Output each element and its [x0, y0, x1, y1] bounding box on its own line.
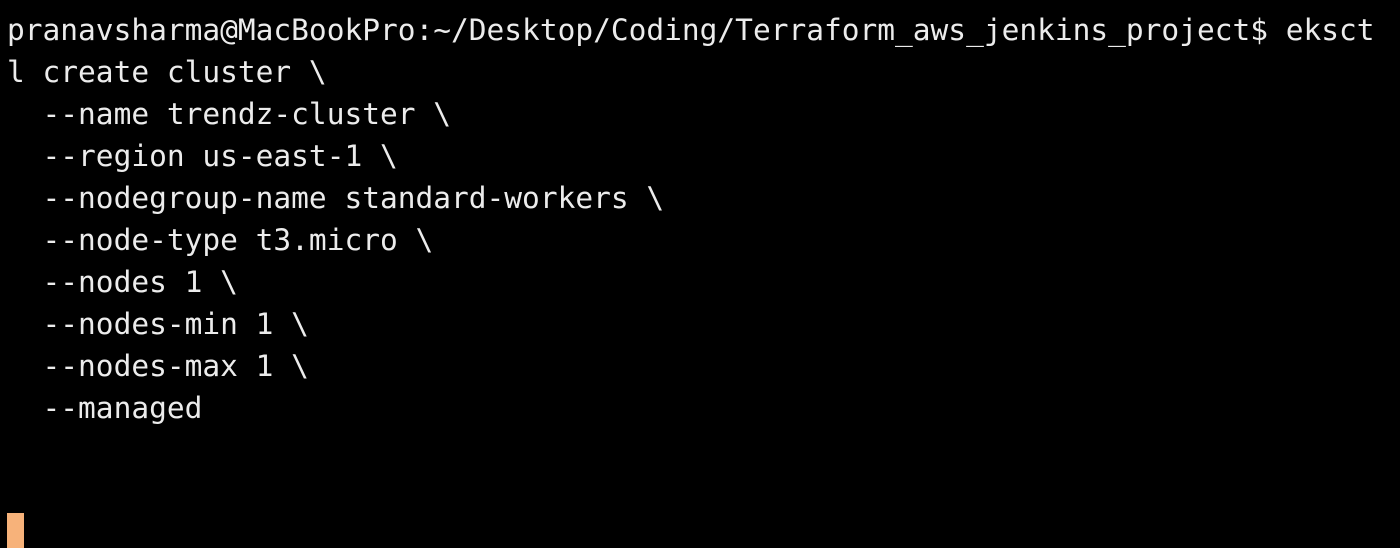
command-line: l create cluster \	[7, 55, 327, 89]
command-line: --nodes-max 1 \	[7, 349, 309, 383]
command-line: --region us-east-1 \	[7, 139, 398, 173]
command-line: --nodes-min 1 \	[7, 307, 309, 341]
command-line: --node-type t3.micro \	[7, 223, 434, 257]
command-line: --nodegroup-name standard-workers \	[7, 181, 665, 215]
command-line: --name trendz-cluster \	[7, 97, 452, 131]
text-cursor	[7, 513, 24, 548]
prompt-line: pranavsharma@MacBookPro:~/Desktop/Coding…	[7, 13, 1375, 47]
command-line: --managed	[7, 391, 203, 425]
cursor-line	[7, 429, 1400, 548]
terminal-window[interactable]: pranavsharma@MacBookPro:~/Desktop/Coding…	[0, 0, 1400, 548]
command-line: --nodes 1 \	[7, 265, 238, 299]
